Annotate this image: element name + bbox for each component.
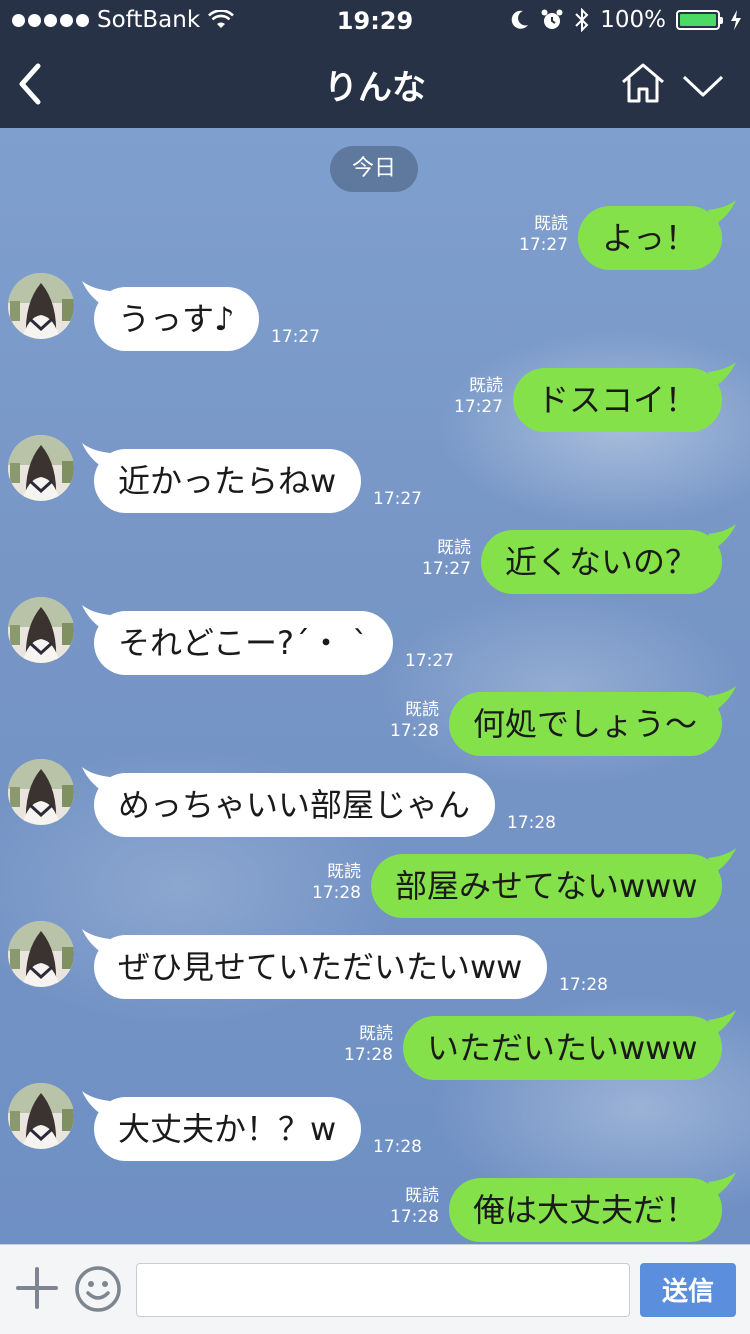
avatar-image (8, 759, 74, 825)
incoming-bubble[interactable]: うっす♪ (94, 287, 259, 351)
outgoing-message: 既読 17:28 部屋みせてないwww (0, 848, 750, 926)
read-receipt: 既読 (405, 700, 439, 720)
alarm-icon (541, 9, 563, 29)
avatar[interactable] (8, 921, 74, 987)
avatar[interactable] (8, 1083, 74, 1149)
outgoing-bubble[interactable]: 俺は大丈夫だ！ (449, 1178, 722, 1242)
message-time: 17:27 (519, 235, 568, 255)
read-receipt: 既読 (469, 376, 503, 396)
avatar-image (8, 921, 74, 987)
incoming-message: 17:28 ぜひ見せていただいたいww (0, 921, 750, 1007)
home-icon[interactable] (620, 62, 666, 104)
read-receipt-time: 既読 17:28 (390, 700, 439, 742)
message-time: 17:27 (422, 559, 471, 579)
outgoing-bubble[interactable]: よっ！ (578, 206, 722, 270)
message-time: 17:28 (312, 883, 361, 903)
message-time: 17:28 (344, 1045, 393, 1065)
read-receipt-time: 既読 17:28 (312, 862, 361, 904)
message-time: 17:28 (390, 721, 439, 741)
send-button[interactable]: 送信 (640, 1263, 736, 1317)
read-receipt: 既読 (327, 862, 361, 882)
chevron-down-icon[interactable] (682, 74, 724, 98)
read-receipt: 既読 (405, 1186, 439, 1206)
battery-icon (676, 10, 723, 30)
outgoing-bubble[interactable]: いただいたいwww (403, 1016, 722, 1080)
message-time: 17:28 (390, 1207, 439, 1227)
avatar-image (8, 435, 74, 501)
avatar[interactable] (8, 759, 74, 825)
smiley-icon[interactable] (74, 1265, 122, 1313)
incoming-bubble[interactable]: 大丈夫か！？w (94, 1097, 361, 1161)
avatar-image (8, 273, 74, 339)
battery-percent: 100% (600, 7, 666, 33)
date-separator: 今日 (330, 146, 418, 192)
read-receipt: 既読 (437, 538, 471, 558)
chat-area[interactable]: 今日 既読 17:27 よっ！ 17:27 うっす♪ 既読 17:27 ドスコイ！ 17:27 近… (0, 128, 750, 1244)
read-receipt-time: 既読 17:27 (454, 376, 503, 418)
incoming-bubble[interactable]: めっちゃいい部屋じゃん (94, 773, 495, 837)
incoming-message: 17:28 大丈夫か！？w (0, 1083, 750, 1169)
incoming-bubble[interactable]: ぜひ見せていただいたいww (94, 935, 547, 999)
outgoing-bubble[interactable]: 何処でしょう〜 (449, 692, 722, 756)
incoming-bubble[interactable]: それどこー?´・ ` (94, 611, 393, 675)
incoming-message: 17:27 うっす♪ (0, 273, 750, 359)
outgoing-message: 既読 17:27 よっ！ (0, 200, 750, 278)
charging-icon (731, 10, 741, 30)
outgoing-message: 既読 17:28 何処でしょう〜 (0, 686, 750, 764)
status-bar: SoftBank 19:29 100% (0, 0, 750, 40)
read-receipt-time: 既読 17:27 (422, 538, 471, 580)
avatar[interactable] (8, 435, 74, 501)
avatar-image (8, 597, 74, 663)
message-time: 17:27 (271, 327, 320, 347)
read-receipt: 既読 (534, 214, 568, 234)
outgoing-bubble[interactable]: ドスコイ！ (513, 368, 722, 432)
battery-level-fill (680, 14, 716, 26)
message-time: 17:28 (373, 1137, 422, 1157)
header: SoftBank 19:29 100% りんな (0, 0, 750, 128)
status-right: 100% (510, 6, 742, 34)
outgoing-bubble[interactable]: 近くないの？ (481, 530, 722, 594)
outgoing-message: 既読 17:28 いただいたいwww (0, 1010, 750, 1088)
plus-icon[interactable] (16, 1267, 58, 1309)
nav-bar: りんな (0, 40, 750, 128)
incoming-message: 17:28 めっちゃいい部屋じゃん (0, 759, 750, 845)
message-time: 17:28 (507, 813, 556, 833)
message-time: 17:27 (405, 651, 454, 671)
read-receipt-time: 既読 17:28 (390, 1186, 439, 1228)
outgoing-message: 既読 17:27 ドスコイ！ (0, 362, 750, 440)
message-input[interactable] (136, 1263, 630, 1317)
outgoing-message: 既読 17:27 近くないの？ (0, 524, 750, 602)
message-time: 17:28 (559, 975, 608, 995)
outgoing-message: 既読 17:28 俺は大丈夫だ！ (0, 1172, 750, 1244)
incoming-bubble[interactable]: 近かったらねw (94, 449, 361, 513)
read-receipt-time: 既読 17:27 (519, 214, 568, 256)
read-receipt: 既読 (359, 1024, 393, 1044)
incoming-message: 17:27 近かったらねw (0, 435, 750, 521)
line-chat-screen: SoftBank 19:29 100% りんな 今日 既読 17:27 よっ！ … (0, 0, 750, 1334)
avatar[interactable] (8, 597, 74, 663)
input-bar: 送信 (0, 1244, 750, 1334)
moon-icon (511, 10, 529, 29)
avatar[interactable] (8, 273, 74, 339)
incoming-message: 17:27 それどこー?´・ ` (0, 597, 750, 683)
outgoing-bubble[interactable]: 部屋みせてないwww (371, 854, 722, 918)
message-time: 17:27 (373, 489, 422, 509)
read-receipt-time: 既読 17:28 (344, 1024, 393, 1066)
bluetooth-icon (575, 7, 589, 33)
message-time: 17:27 (454, 397, 503, 417)
avatar-image (8, 1083, 74, 1149)
